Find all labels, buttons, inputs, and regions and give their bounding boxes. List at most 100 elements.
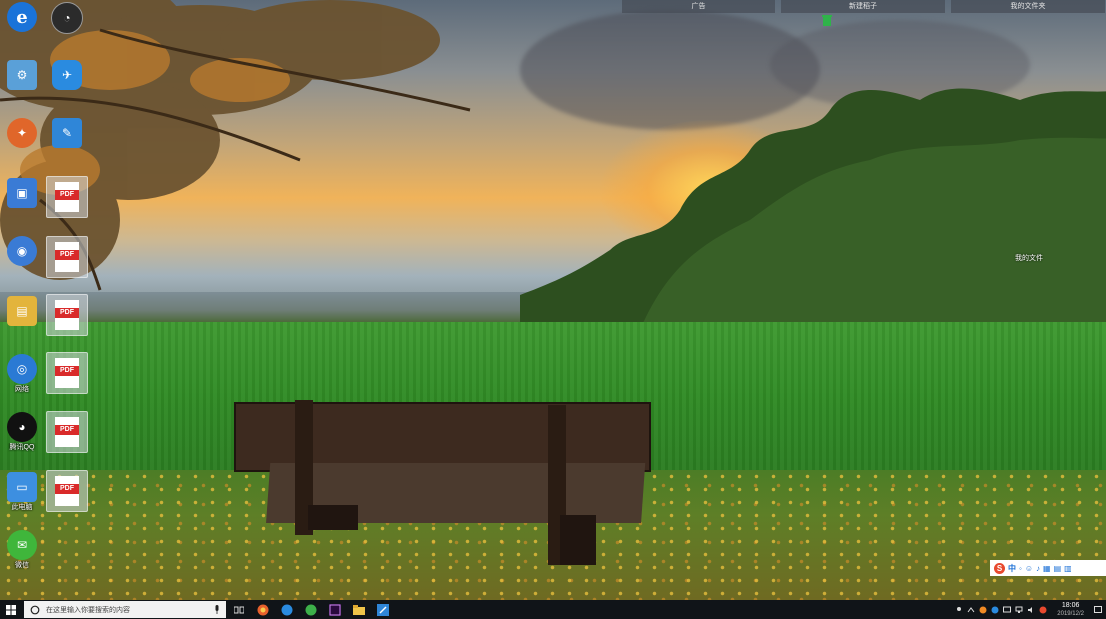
system-tray: 18:06 2019/12/2 (955, 600, 1106, 619)
desktop-icon-ie[interactable]: e (0, 2, 44, 32)
desktop-icon-app7[interactable]: ◉ (0, 236, 44, 266)
volume-icon[interactable] (1027, 606, 1035, 614)
pdf-badge: PDF (55, 484, 79, 494)
desktop-icon-folder[interactable]: ▤ (0, 296, 44, 326)
pdf-badge: PDF (55, 250, 79, 260)
taskbar-browser[interactable] (252, 600, 274, 619)
pdf-badge: PDF (55, 366, 79, 376)
tray-blue-icon[interactable] (991, 606, 999, 614)
wechat-label: 微信 (15, 562, 29, 569)
app-icon-7: ◉ (7, 236, 37, 266)
clock-date: 2019/12/2 (1057, 610, 1084, 617)
desktop-icon-pdf-1[interactable]: PDF (45, 176, 89, 218)
taskbar: 在这里输入你要搜索的内容 18:06 2019/12/2 (0, 600, 1106, 619)
desktop-icon-qq[interactable]: ◕ 腾讯QQ (0, 412, 44, 452)
premiere-icon (329, 603, 341, 616)
tray-orange-icon[interactable] (979, 606, 987, 614)
treeline (520, 88, 1106, 330)
folder-icon: ▤ (7, 296, 37, 326)
desktop-icon-app5[interactable]: ✎ (45, 118, 89, 148)
pdf-file-icon: PDF (46, 236, 88, 278)
app-icon-3: ✈ (52, 60, 82, 90)
browser-icon (257, 604, 269, 615)
computer-label: 此电脑 (11, 504, 33, 511)
ime-skin-icon[interactable]: ▤ (1054, 564, 1062, 573)
desktop-icon-app2[interactable]: ⚙ (0, 60, 44, 90)
app-icon-1: ◔ (51, 2, 83, 34)
ime-emoji-icon[interactable]: ☺ (1025, 564, 1033, 573)
app-icon-5: ✎ (52, 118, 82, 148)
pdf-file-icon: PDF (46, 411, 88, 453)
app-icon-2: ⚙ (7, 60, 37, 90)
pdf-file-icon: PDF (46, 352, 88, 394)
pdf-file-icon: PDF (46, 176, 88, 218)
desktop-icon-pdf-2[interactable]: PDF (45, 236, 89, 278)
pdf-badge: PDF (55, 308, 79, 318)
folder-icon (353, 604, 365, 615)
ime-tray-icon[interactable] (1039, 606, 1047, 614)
desktop-icon-pdf-6[interactable]: PDF (45, 470, 89, 512)
clock-time: 18:06 (1061, 601, 1080, 609)
taskbar-clock[interactable]: 18:06 2019/12/2 (1057, 602, 1084, 618)
start-button[interactable] (0, 600, 22, 619)
desktop-icon-app4[interactable]: ✦ (0, 118, 44, 148)
taskbar-file-explorer[interactable] (348, 600, 370, 619)
desktop-icon-app6[interactable]: ▣ (0, 178, 44, 208)
green-app-icon (305, 604, 317, 615)
search-placeholder: 在这里输入你要搜索的内容 (46, 606, 130, 614)
recycle-bin-icon[interactable] (822, 14, 832, 26)
desktop-icon-app3[interactable]: ✈ (45, 60, 89, 90)
desktop-icon-pdf-5[interactable]: PDF (45, 411, 89, 453)
wechat-icon: ✉ (7, 530, 37, 560)
blue-app-icon (281, 604, 293, 615)
desktop-wallpaper (0, 0, 1106, 600)
desktop-icon-app1[interactable]: ◔ (45, 2, 89, 34)
top-tab-2[interactable]: 新建稻子 (781, 0, 945, 13)
computer-icon: ▭ (7, 472, 37, 502)
chevron-up-icon[interactable] (967, 606, 975, 614)
network-icon: ◎ (7, 354, 37, 384)
notification-icon[interactable] (1094, 605, 1102, 614)
pdf-badge: PDF (55, 190, 79, 200)
qq-icon: ◕ (7, 412, 37, 442)
top-tab-1[interactable]: 广告 (622, 0, 775, 13)
taskbar-app-blue[interactable] (276, 600, 298, 619)
app-icon-6: ▣ (7, 178, 37, 208)
pdf-file-icon: PDF (46, 470, 88, 512)
taskbar-premiere[interactable] (324, 600, 346, 619)
desktop-icon-pdf-3[interactable]: PDF (45, 294, 89, 336)
task-view-button[interactable] (228, 600, 250, 619)
desktop-folder-label[interactable]: 我的文件 (1015, 253, 1043, 263)
wooden-bench (234, 400, 651, 565)
desktop-icon-wechat[interactable]: ✉ 微信 (0, 530, 44, 570)
task-view-icon (234, 606, 244, 613)
pdf-file-icon: PDF (46, 294, 88, 336)
microphone-icon[interactable] (214, 605, 220, 614)
ime-keyboard-icon[interactable]: ▦ (1043, 564, 1051, 573)
ie-icon: e (7, 2, 37, 32)
taskbar-app-green[interactable] (300, 600, 322, 619)
qq-label: 腾讯QQ (9, 444, 35, 451)
desktop-icon-computer[interactable]: ▭ 此电脑 (0, 472, 44, 512)
tray-display-icon[interactable] (1003, 606, 1012, 614)
windows-logo-icon (6, 604, 16, 615)
taskbar-search-box[interactable]: 在这里输入你要搜索的内容 (24, 601, 226, 618)
edit-app-icon (377, 603, 389, 616)
pdf-badge: PDF (55, 425, 79, 435)
network-tray-icon[interactable] (1015, 606, 1023, 614)
top-tab-3[interactable]: 我的文件夹 (951, 0, 1105, 13)
app-icon-4: ✦ (7, 118, 37, 148)
network-label: 网络 (15, 386, 29, 393)
desktop-icon-network[interactable]: ◎ 网络 (0, 354, 44, 394)
people-icon[interactable] (955, 606, 963, 614)
top-overlay-bar: 广告 新建稻子 我的文件夹 (622, 0, 1105, 13)
ime-mic-icon[interactable]: ♪ (1036, 564, 1040, 573)
desktop-icon-pdf-4[interactable]: PDF (45, 352, 89, 394)
search-icon (30, 605, 40, 614)
ime-punct-icon[interactable]: ◦ (1019, 564, 1022, 573)
taskbar-app-edit[interactable] (372, 600, 394, 619)
sogou-logo-icon: S (994, 562, 1005, 574)
ime-toolbar[interactable]: S 中 ◦ ☺ ♪ ▦ ▤ ▥ (990, 560, 1106, 576)
ime-language-toggle[interactable]: 中 (1008, 563, 1016, 574)
ime-tools-icon[interactable]: ▥ (1064, 564, 1072, 573)
